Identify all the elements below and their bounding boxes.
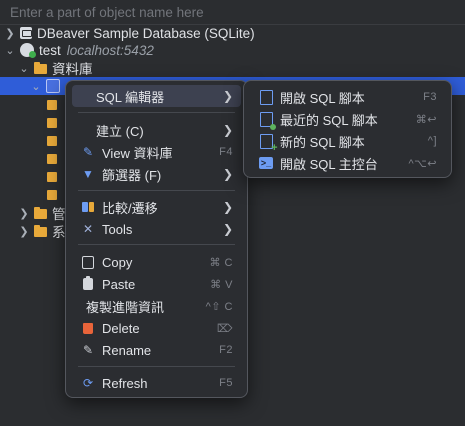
- menu-separator: [78, 244, 235, 245]
- menu-item-tools[interactable]: ✕ Tools ❯: [72, 218, 241, 240]
- menu-item-copy[interactable]: Copy ⌘ C: [72, 251, 241, 273]
- folder-icon: [47, 118, 57, 128]
- chevron-right-icon[interactable]: ❯: [18, 207, 30, 220]
- menu-item-delete[interactable]: Delete ⌦: [72, 317, 241, 339]
- folder-icon: [34, 225, 47, 237]
- tree-node-label: DBeaver Sample Database (SQLite): [37, 25, 255, 41]
- filter-icon: ▼: [82, 167, 94, 181]
- chevron-right-icon: ❯: [222, 123, 233, 137]
- menu-item-create[interactable]: 建立 (C) ❯: [72, 119, 241, 141]
- menu-item-view-database[interactable]: ✎ View 資料庫 F4: [72, 141, 241, 163]
- recent-script-icon: [259, 111, 276, 130]
- chevron-down-icon[interactable]: ⌄: [18, 62, 30, 75]
- folder-icon: [47, 172, 57, 182]
- tree-node-host: localhost:5432: [66, 42, 154, 58]
- sql-script-icon: [259, 89, 273, 105]
- console-icon: >_: [259, 157, 273, 169]
- tools-icon: ✕: [82, 222, 94, 236]
- tree-node-label: test: [39, 42, 61, 58]
- menu-item-compare-migrate[interactable]: 比較/遷移 ❯: [72, 196, 241, 218]
- tree-node-sample-db[interactable]: ❯ DBeaver Sample Database (SQLite): [0, 24, 465, 42]
- menu-item-recent-sql-script[interactable]: 最近的 SQL 腳本 ⌘↩: [250, 108, 445, 130]
- menu-item-sql-editor[interactable]: SQL 編輯器 ❯: [72, 85, 241, 107]
- menu-item-paste[interactable]: Paste ⌘ V: [72, 273, 241, 295]
- sql-editor-submenu: 開啟 SQL 腳本 F3 最近的 SQL 腳本 ⌘↩ 新的 SQL 腳本 ^] …: [243, 80, 452, 178]
- menu-separator: [78, 366, 235, 367]
- folder-icon: [34, 207, 47, 219]
- chevron-right-icon[interactable]: ❯: [18, 225, 30, 238]
- paste-icon: [83, 276, 93, 290]
- search-input[interactable]: [6, 3, 454, 21]
- chevron-right-icon: ❯: [222, 89, 233, 103]
- postgres-icon: [20, 43, 36, 58]
- refresh-icon: ⟳: [82, 376, 94, 390]
- tree-node-label: 管: [52, 207, 66, 222]
- pencil-icon: ✎: [82, 145, 94, 159]
- menu-separator: [78, 112, 235, 113]
- search-bar: [0, 0, 465, 25]
- copy-icon: [82, 255, 94, 269]
- menu-item-rename[interactable]: ✎ Rename F2: [72, 339, 241, 361]
- rename-icon: ✎: [82, 343, 94, 357]
- folder-icon: [47, 136, 57, 146]
- folder-icon: [47, 154, 57, 164]
- context-menu: SQL 編輯器 ❯ 建立 (C) ❯ ✎ View 資料庫 F4 ▼ 篩選器 (…: [65, 80, 248, 398]
- database-icon: [20, 27, 32, 39]
- chevron-down-icon[interactable]: ⌄: [4, 44, 16, 57]
- database-icon: [46, 79, 60, 93]
- folder-icon: [47, 100, 57, 110]
- menu-item-open-sql-script[interactable]: 開啟 SQL 腳本 F3: [250, 86, 445, 108]
- tree-node-label: 資料庫: [52, 62, 93, 77]
- tree-node-databases[interactable]: ⌄ 資料庫: [0, 59, 465, 77]
- chevron-down-icon[interactable]: ⌄: [30, 80, 42, 93]
- menu-item-open-sql-console[interactable]: >_ 開啟 SQL 主控台 ^⌥↩: [250, 152, 445, 174]
- chevron-right-icon: ❯: [222, 200, 233, 214]
- compare-icon: [82, 201, 94, 213]
- new-script-icon: [259, 133, 278, 154]
- chevron-right-icon[interactable]: ❯: [4, 27, 16, 40]
- menu-item-filter[interactable]: ▼ 篩選器 (F) ❯: [72, 163, 241, 185]
- menu-separator: [78, 190, 235, 191]
- delete-icon: [83, 322, 93, 334]
- chevron-right-icon: ❯: [222, 222, 233, 236]
- chevron-right-icon: ❯: [222, 167, 233, 181]
- folder-icon: [47, 190, 57, 200]
- menu-item-refresh[interactable]: ⟳ Refresh F5: [72, 372, 241, 394]
- menu-item-new-sql-script[interactable]: 新的 SQL 腳本 ^]: [250, 130, 445, 154]
- tree-node-label: 系: [52, 225, 66, 240]
- folder-icon: [34, 62, 47, 74]
- menu-item-copy-advanced[interactable]: 複製進階資訊 ^⇧ C: [72, 295, 241, 317]
- tree-node-test-connection[interactable]: ⌄ test localhost:5432: [0, 41, 465, 59]
